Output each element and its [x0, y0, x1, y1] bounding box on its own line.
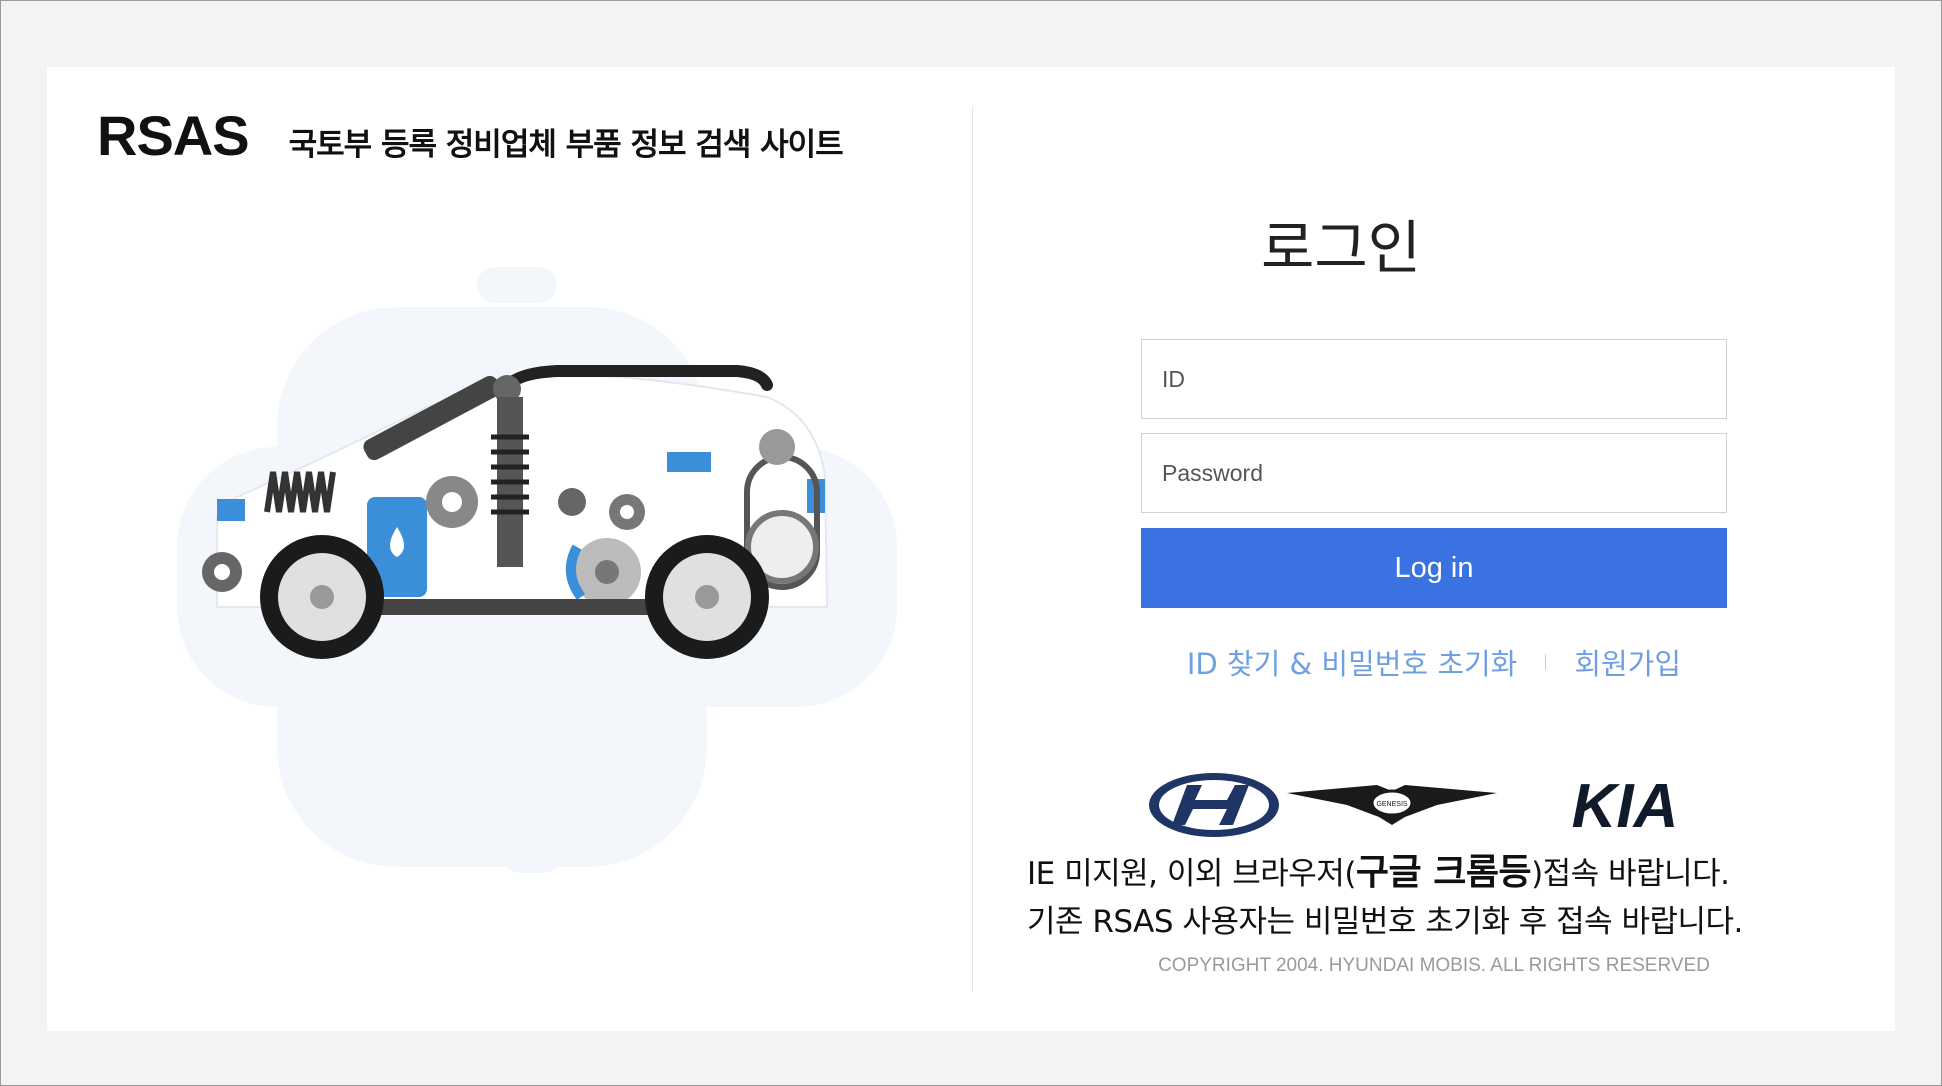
id-input[interactable] — [1141, 339, 1727, 419]
login-card: RSAS 국토부 등록 정비업체 부품 정보 검색 사이트 로그인 ID Log… — [47, 67, 1895, 1031]
browser-notice: IE 미지원, 이외 브라우저(구글 크롬등)접속 바랍니다. 기존 RSAS … — [1027, 849, 1847, 946]
rear-wheel-icon — [645, 535, 769, 659]
headlight-icon — [217, 499, 245, 521]
find-id-reset-password-link[interactable]: ID 찾기 & 비밀번호 초기화 — [1187, 641, 1518, 683]
notice-line-1: IE 미지원, 이외 브라우저(구글 크롬등)접속 바랍니다. — [1027, 849, 1847, 898]
login-title: 로그인 — [1260, 214, 1422, 282]
password-input[interactable] — [1141, 433, 1727, 513]
notice-chrome-highlight: 구글 크롬등 — [1355, 852, 1532, 893]
site-subtitle: 국토부 등록 정비업체 부품 정보 검색 사이트 — [288, 127, 844, 163]
panel-divider — [972, 107, 973, 991]
car-parts-illustration — [177, 267, 897, 873]
login-button[interactable]: Log in — [1141, 528, 1727, 608]
genesis-logo: GENESIS — [1287, 785, 1497, 825]
genesis-wordmark: GENESIS — [1376, 801, 1407, 808]
clutch-disc-icon — [426, 476, 478, 528]
underbody-icon — [377, 599, 677, 615]
spring-icon — [264, 471, 336, 513]
brand-logos: GENESIS KIA — [1149, 772, 1679, 841]
brand-header: RSAS 국토부 등록 정비업체 부품 정보 검색 사이트 — [97, 103, 844, 168]
notice-line-1-prefix: IE 미지원, 이외 브라우저( — [1027, 856, 1356, 892]
front-wheel-icon — [260, 535, 384, 659]
hyundai-logo — [1149, 773, 1279, 837]
link-separator — [1545, 654, 1547, 670]
notice-line-1-suffix: )접속 바랍니다. — [1531, 856, 1730, 892]
signup-link[interactable]: 회원가입 — [1574, 641, 1681, 683]
account-links: ID 찾기 & 비밀번호 초기화 회원가입 — [1141, 641, 1727, 683]
kia-logo: KIA — [1572, 772, 1679, 841]
site-logo: RSAS — [97, 104, 250, 167]
pump-icon — [667, 452, 711, 472]
kia-wordmark: KIA — [1572, 772, 1679, 841]
copyright-text: COPYRIGHT 2004. HYUNDAI MOBIS. ALL RIGHT… — [1158, 955, 1710, 976]
bearing-icon — [202, 552, 242, 592]
notice-line-2: 기존 RSAS 사용자는 비밀번호 초기화 후 접속 바랍니다. — [1027, 904, 1743, 940]
